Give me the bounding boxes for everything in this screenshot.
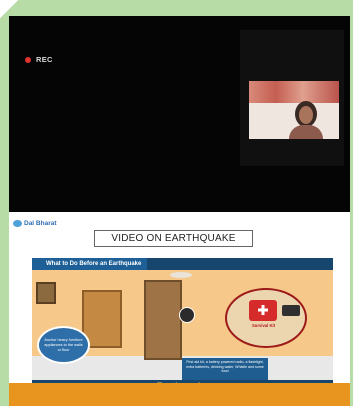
footer-band — [9, 383, 350, 406]
survival-kit-callout: Survival Kit — [225, 288, 307, 348]
door-icon — [144, 280, 182, 360]
video-area: REC — [9, 16, 350, 212]
logo-text: Dal Bharat — [24, 220, 57, 227]
wall-picture-icon — [36, 282, 56, 304]
participant-video — [249, 81, 339, 139]
cross-icon — [258, 305, 268, 315]
slide-title: VIDEO ON EARTHQUAKE — [94, 230, 253, 247]
recording-indicator: REC — [25, 55, 53, 64]
background-poster — [249, 81, 339, 103]
kit-caption: First aid kit, a battery powered radio, … — [182, 358, 268, 380]
ceiling-lamp-icon — [170, 272, 192, 278]
participant-tile[interactable] — [240, 30, 344, 166]
illustration-heading: What to Do Before an Earthquake — [32, 258, 147, 270]
record-dot-icon — [25, 56, 31, 63]
first-aid-kit-icon — [249, 300, 277, 321]
earthquake-illustration: What to Do Before an Earthquake Anchor h… — [32, 258, 333, 392]
rec-label: REC — [36, 55, 53, 64]
shared-slide: Dal Bharat VIDEO ON EARTHQUAKE What to D… — [9, 212, 350, 399]
furniture-callout: Anchor heavy furniture appliances to the… — [37, 326, 90, 364]
meeting-window: REC Dal Bharat VIDEO ON EARTHQUAKE What … — [9, 16, 350, 399]
org-logo: Dal Bharat — [13, 220, 57, 227]
survival-kit-label: Survival Kit — [252, 323, 276, 328]
zoom-marker-icon — [179, 307, 195, 323]
participant-face — [299, 106, 313, 124]
logo-icon — [13, 220, 22, 227]
radio-icon — [282, 305, 300, 316]
